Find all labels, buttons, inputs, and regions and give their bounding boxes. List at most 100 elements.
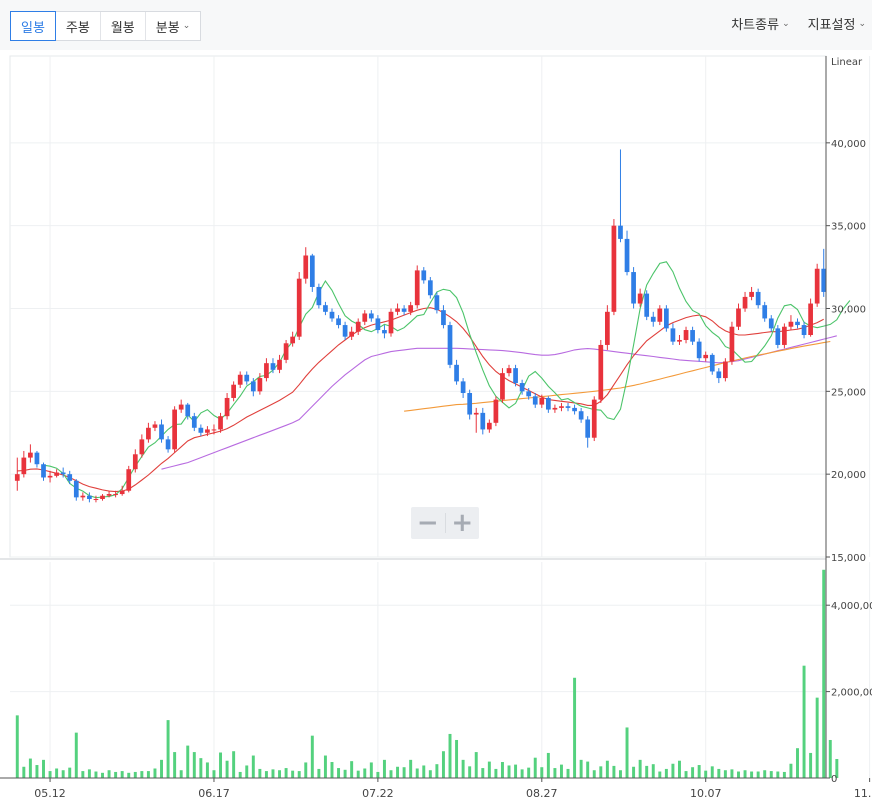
volume-bar: [205, 762, 209, 778]
candle-body: [736, 308, 741, 327]
candle: [467, 389, 473, 420]
candle-body: [611, 225, 617, 312]
volume-bar: [559, 764, 563, 778]
candle-body: [559, 406, 564, 408]
ma120-line: [161, 335, 837, 470]
candle: [336, 315, 341, 329]
y-tick-label: 40,000: [831, 139, 866, 150]
y-scale-label: Linear: [831, 57, 863, 68]
candle-body: [28, 452, 33, 458]
candle-body: [296, 278, 302, 337]
candle-body: [637, 293, 643, 304]
candle-body: [191, 416, 197, 428]
volume-bar: [15, 715, 19, 778]
volume-bar: [599, 766, 603, 778]
candle-body: [382, 330, 387, 334]
volume-bar: [238, 771, 242, 778]
candle: [598, 339, 604, 403]
candle: [237, 371, 243, 389]
candle: [139, 434, 145, 458]
tab-weekly-label: 주봉: [65, 20, 90, 36]
candle: [342, 321, 348, 340]
candle-body: [500, 373, 505, 400]
candle-body: [664, 308, 669, 329]
stock-chart[interactable]: Linear 40,000 35,000 30,000 25,000 20,000 15,0…: [0, 50, 872, 807]
volume-bar: [284, 768, 288, 778]
price-pane-frame: [9, 55, 827, 558]
tab-monthly[interactable]: 월봉: [101, 12, 146, 40]
candle: [296, 272, 302, 340]
tab-weekly[interactable]: 주봉: [56, 12, 101, 40]
volume-bar: [389, 770, 393, 778]
volume-bar: [468, 766, 472, 778]
zoom-out-button[interactable]: −: [411, 507, 445, 539]
volume-bar: [730, 769, 734, 778]
candle: [795, 318, 800, 329]
volume-bar: [481, 768, 485, 778]
y-tick-label: 15,000: [831, 553, 866, 564]
candle-body: [414, 270, 420, 306]
candle-body: [87, 495, 92, 500]
volume-bar: [107, 770, 111, 778]
candle-body: [808, 303, 813, 336]
volume-bar: [815, 697, 819, 778]
candle-body: [709, 354, 715, 372]
candle-body: [283, 343, 289, 360]
candle-body: [355, 321, 361, 332]
tab-minute[interactable]: 분봉 ⌄: [146, 12, 200, 40]
candle-body: [801, 325, 807, 336]
volume-bar: [573, 677, 577, 778]
x-tick-label: 07.22: [362, 787, 394, 800]
candle-body: [657, 308, 663, 322]
candle: [762, 301, 768, 322]
candle-body: [742, 296, 748, 309]
candle-body: [342, 325, 348, 337]
volume-bar: [160, 759, 163, 778]
x-tick-label: 05.12: [34, 787, 66, 800]
candle-body: [447, 325, 453, 365]
volume-bar: [717, 768, 721, 778]
volume-bar: [363, 768, 367, 778]
candle-body: [539, 397, 545, 405]
volume-bar: [796, 748, 799, 778]
volume-bar: [382, 759, 386, 778]
candle: [624, 230, 630, 276]
candle: [316, 283, 322, 309]
candle: [362, 310, 368, 326]
volume-bar: [114, 771, 118, 778]
volume-bar: [651, 764, 655, 778]
chart-type-dropdown[interactable]: 차트종류 ⌄: [731, 14, 789, 33]
candle: [382, 325, 387, 339]
volume-bar: [743, 770, 747, 778]
volume-tick-label: 0: [831, 774, 837, 785]
y-tick-label: 30,000: [831, 305, 866, 316]
candle: [493, 396, 499, 427]
candle-body: [395, 308, 400, 312]
candle: [329, 308, 335, 322]
volume-bar: [42, 759, 45, 778]
volume-bar: [74, 732, 78, 778]
volume-bar: [271, 769, 275, 778]
ma20-line: [17, 307, 824, 493]
candle: [650, 311, 656, 327]
volume-bar: [737, 771, 740, 778]
candle-body: [591, 399, 597, 438]
candle-body: [47, 475, 53, 478]
candles-layer: [14, 149, 827, 503]
candle: [152, 421, 158, 432]
candle-body: [277, 359, 282, 370]
candle: [703, 351, 709, 362]
candle-body: [126, 469, 132, 491]
indicator-settings-label: 지표설정: [807, 18, 856, 33]
candle-body: [572, 407, 577, 412]
volume-bar: [402, 767, 406, 778]
candle-body: [146, 427, 151, 440]
tab-daily[interactable]: 일봉: [10, 11, 56, 41]
candle: [473, 407, 479, 433]
zoom-in-button[interactable]: +: [445, 507, 479, 539]
volume-bar: [697, 765, 701, 778]
volume-bar: [769, 771, 773, 778]
candle: [578, 407, 584, 423]
indicator-settings-dropdown[interactable]: 지표설정 ⌄: [808, 14, 866, 33]
volume-bar: [245, 765, 249, 778]
